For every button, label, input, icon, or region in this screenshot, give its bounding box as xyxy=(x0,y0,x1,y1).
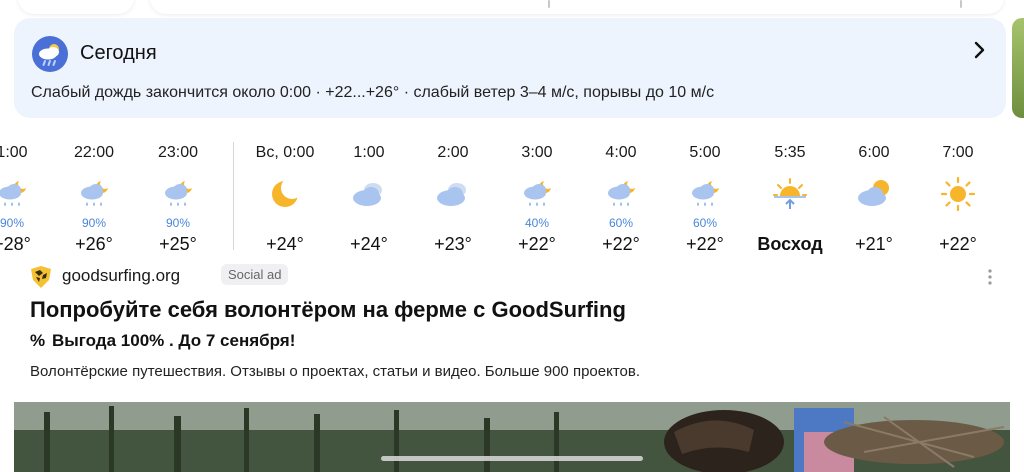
ad-description: Волонтёрские путешествия. Отзывы о проек… xyxy=(30,363,641,380)
hour-time: 1:00 xyxy=(0,144,28,161)
sun-icon xyxy=(940,176,976,212)
sunrise-label: Восход xyxy=(757,234,823,254)
today-forecast-card[interactable]: Сегодня Слабый дождь закончится около 0:… xyxy=(14,18,1006,118)
hour-time: 6:00 xyxy=(858,144,890,161)
precipitation-probability: 90% xyxy=(0,216,25,230)
previous-card-main[interactable] xyxy=(150,0,1004,14)
tick-mark xyxy=(960,0,962,8)
hour-temperature: +22° xyxy=(602,234,640,254)
cloudy-night-icon xyxy=(351,176,387,212)
rain-cloud-icon xyxy=(32,36,68,72)
tick-mark xyxy=(548,0,550,8)
hour-time: 7:00 xyxy=(942,144,974,161)
ad-domain[interactable]: goodsurfing.org xyxy=(62,266,180,286)
hour-temperature: +26° xyxy=(75,234,113,254)
precipitation-probability: 40% xyxy=(524,216,550,230)
ad-title[interactable]: Попробуйте себя волонтёром на ферме с Go… xyxy=(30,297,626,323)
hour-time: 3:00 xyxy=(521,144,553,161)
rain-night-icon xyxy=(687,176,723,212)
hour-time: 22:00 xyxy=(73,144,115,161)
previous-card-left[interactable] xyxy=(18,0,134,14)
precipitation-probability: 60% xyxy=(608,216,634,230)
sunrise-icon xyxy=(772,176,808,212)
ad-card[interactable]: goodsurfing.org Social ad Попробуйте себ… xyxy=(14,260,1010,472)
rain-night-icon xyxy=(0,176,30,212)
rain-night-icon xyxy=(76,176,112,212)
ad-offer-text: Выгода 100% . До 7 сенября! xyxy=(52,331,296,350)
hour-time: 23:00 xyxy=(157,144,199,161)
hourly-forecast-strip[interactable]: 1:00 90% +28° 22:00 90% +26° 23:00 xyxy=(0,138,1024,260)
rain-night-icon xyxy=(160,176,196,212)
moon-icon xyxy=(267,176,303,212)
precipitation-probability: 90% xyxy=(81,216,107,230)
ad-offer[interactable]: % Выгода 100% . До 7 сенября! xyxy=(30,331,295,351)
scroll-indicator[interactable] xyxy=(381,456,643,461)
chevron-right-icon[interactable] xyxy=(969,40,989,60)
rain-night-icon xyxy=(519,176,555,212)
rain-night-icon xyxy=(603,176,639,212)
partly-cloudy-icon xyxy=(856,176,892,212)
day-divider xyxy=(233,142,234,250)
today-description: Слабый дождь закончится около 0:00 · +22… xyxy=(31,84,715,101)
hour-temperature: +25° xyxy=(159,234,197,254)
precipitation-probability: 60% xyxy=(692,216,718,230)
hour-temperature: +21° xyxy=(855,234,893,254)
today-title: Сегодня xyxy=(80,42,157,64)
hour-time: Вс, 0:00 xyxy=(255,144,315,161)
hour-time: 5:00 xyxy=(689,144,721,161)
hour-temperature: +24° xyxy=(266,234,304,254)
cloudy-night-icon xyxy=(435,176,471,212)
previous-cards-edge xyxy=(0,0,1024,14)
hour-time: 5:35 xyxy=(774,144,806,161)
ad-image[interactable] xyxy=(14,402,1010,472)
hour-temperature: +24° xyxy=(350,234,388,254)
hour-temperature: +22° xyxy=(686,234,724,254)
ad-badge: Social ad xyxy=(221,264,289,285)
hour-time: 4:00 xyxy=(605,144,637,161)
hour-temperature: +23° xyxy=(434,234,472,254)
percent-icon: % xyxy=(30,331,46,350)
hour-temperature: +22° xyxy=(939,234,977,254)
hour-temperature: +28° xyxy=(0,234,31,254)
next-card-preview[interactable] xyxy=(1012,18,1024,118)
hour-time: 1:00 xyxy=(353,144,385,161)
goodsurfing-logo-icon xyxy=(28,264,54,290)
precipitation-probability: 90% xyxy=(165,216,191,230)
hour-time: 2:00 xyxy=(437,144,469,161)
hour-temperature: +22° xyxy=(518,234,556,254)
more-options-icon[interactable] xyxy=(984,266,996,288)
